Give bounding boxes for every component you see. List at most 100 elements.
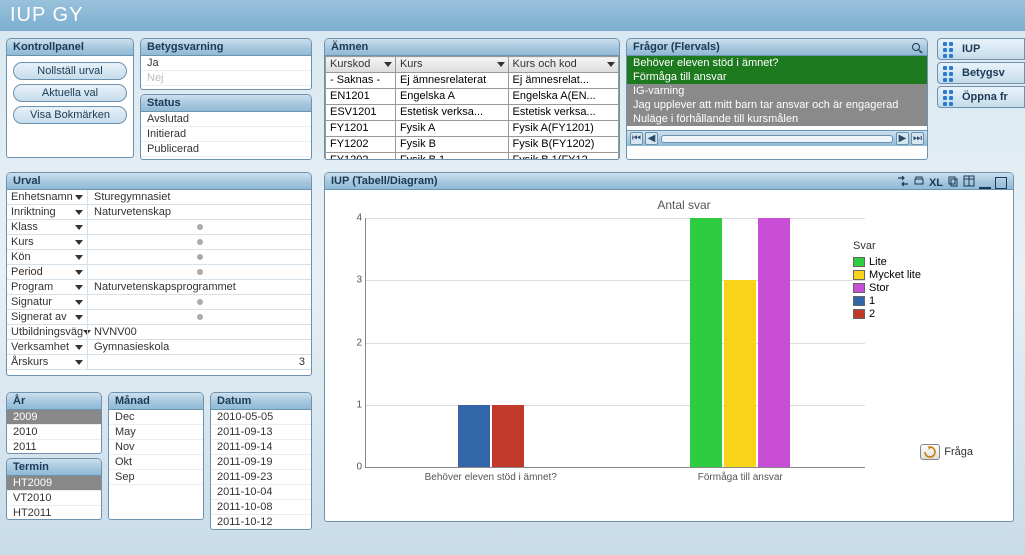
urval-row[interactable]: Kön [7,250,311,265]
scroll-last-icon[interactable]: ⏭ [911,132,924,145]
column-header[interactable]: Kurskod [326,57,396,73]
list-item[interactable]: 2011-10-04 [211,485,311,500]
dropdown-arrow-icon[interactable] [75,345,83,350]
tool-maximize-icon[interactable] [995,177,1007,189]
cycle-button[interactable] [920,444,940,460]
current-selection-button[interactable]: Aktuella val [13,84,127,102]
legend-label: Stor [869,282,889,294]
list-item[interactable]: Förmåga till ansvar [627,70,927,84]
urval-row[interactable]: Signatur [7,295,311,310]
list-item[interactable]: Publicerad [141,142,311,157]
urval-row[interactable]: Kurs [7,235,311,250]
x-category: Förmåga till ansvar [698,472,783,483]
dropdown-arrow-icon[interactable] [75,315,83,320]
panel-title: Status [141,95,311,112]
list-item[interactable]: Jag upplever att mitt barn tar ansvar oc… [627,98,927,112]
legend-swatch [853,283,865,293]
list-item[interactable]: VT2010 [7,491,101,506]
dropdown-arrow-icon[interactable] [75,285,83,290]
urval-row[interactable]: Period [7,265,311,280]
urval-row[interactable]: ProgramNaturvetenskapsprogrammet [7,280,311,295]
list-item[interactable]: 2011-09-19 [211,455,311,470]
list-item[interactable]: 2011-10-08 [211,500,311,515]
sidelink-betygsv[interactable]: Betygsv [937,62,1025,84]
dropdown-arrow-icon[interactable] [75,255,83,260]
dropdown-arrow-icon[interactable] [497,62,505,67]
table-cell: FY1201 [326,121,396,137]
list-item[interactable]: IG-varning [627,84,927,98]
legend-label: 2 [869,308,875,320]
tool-minimize-icon[interactable] [979,177,991,189]
list-item[interactable]: Initierad [141,127,311,142]
dropdown-arrow-icon[interactable] [75,360,83,365]
list-item[interactable]: HT2009 [7,476,101,491]
fragor-scrollbar[interactable]: ⏮ ◀ ▶ ⏭ [627,130,927,146]
scroll-track[interactable] [661,135,893,143]
table-row[interactable]: FY1202Fysik B 1Fysik B 1(FY12... [326,153,619,161]
column-header[interactable]: Kurs [395,57,508,73]
tool-swap-icon[interactable] [897,175,909,190]
urval-row[interactable]: Årskurs3 [7,355,311,370]
x-category: Behöver eleven stöd i ämnet? [425,472,557,483]
list-item[interactable]: Nov [109,440,203,455]
tool-table-icon[interactable] [963,175,975,190]
urval-label: Inriktning [7,206,87,218]
dropdown-arrow-icon[interactable] [75,225,83,230]
list-item[interactable]: 2011-10-12 [211,515,311,528]
chart-legend: Svar LiteMycket liteStor12 [853,240,921,321]
tool-copy-icon[interactable] [947,175,959,190]
list-item[interactable]: Ja [141,56,311,71]
urval-row[interactable]: EnhetsnamnSturegymnasiet [7,190,311,205]
table-row[interactable]: EN1201Engelska AEngelska A(EN... [326,89,619,105]
column-header[interactable]: Kurs och kod [508,57,618,73]
list-item[interactable]: Sep [109,470,203,485]
search-icon[interactable] [911,42,923,54]
dropdown-arrow-icon[interactable] [75,270,83,275]
urval-row[interactable]: Klass [7,220,311,235]
scroll-prev-icon[interactable]: ◀ [645,132,658,145]
list-item[interactable]: Behöver eleven stöd i ämnet? [627,56,927,70]
tool-print-icon[interactable] [913,175,925,190]
panel-title: År [7,393,101,410]
list-item[interactable]: Nuläge i förhållande till kursmålen [627,112,927,126]
sidelink-oppna[interactable]: Öppna fr [937,86,1025,108]
dropdown-arrow-icon[interactable] [75,195,83,200]
list-item[interactable]: 2011-09-23 [211,470,311,485]
list-item[interactable]: 2010-05-05 [211,410,311,425]
table-row[interactable]: - Saknas -Ej ämnesrelateratEj ämnesrelat… [326,73,619,89]
scroll-next-icon[interactable]: ▶ [896,132,909,145]
scroll-first-icon[interactable]: ⏮ [630,132,643,145]
list-item[interactable]: 2011-09-13 [211,425,311,440]
list-item[interactable]: Okt [109,455,203,470]
list-item[interactable]: Nej [141,71,311,86]
list-item[interactable]: 2011 [7,440,101,454]
reset-selection-button[interactable]: Nollställ urval [13,62,127,80]
amnen-table[interactable]: KurskodKursKurs och kod- Saknas -Ej ämne… [325,56,619,160]
dropdown-arrow-icon[interactable] [75,300,83,305]
table-cell: Estetisk verksa... [395,105,508,121]
list-item[interactable]: Avslutad [141,112,311,127]
table-row[interactable]: ESV1201Estetisk verksa...Estetisk verksa… [326,105,619,121]
urval-value [87,295,311,309]
sidelink-iup[interactable]: IUP [937,38,1025,60]
list-item[interactable]: 2009 [7,410,101,425]
show-bookmarks-button[interactable]: Visa Bokmärken [13,106,127,124]
urval-row[interactable]: VerksamhetGymnasieskola [7,340,311,355]
list-item[interactable]: 2011-09-14 [211,440,311,455]
table-row[interactable]: FY1202Fysik BFysik B(FY1202) [326,137,619,153]
tool-xl[interactable]: XL [929,177,943,189]
list-item[interactable]: May [109,425,203,440]
grid-icon [942,89,958,105]
urval-row[interactable]: InriktningNaturvetenskap [7,205,311,220]
urval-row[interactable]: UtbildningsvägNVNV00 [7,325,311,340]
table-row[interactable]: FY1201Fysik AFysik A(FY1201) [326,121,619,137]
dropdown-arrow-icon[interactable] [384,62,392,67]
dropdown-arrow-icon[interactable] [75,210,83,215]
list-item[interactable]: 2010 [7,425,101,440]
list-item[interactable]: HT2011 [7,506,101,520]
urval-row[interactable]: Signerat av [7,310,311,325]
dropdown-arrow-icon[interactable] [607,62,615,67]
list-item[interactable]: Dec [109,410,203,425]
legend-swatch [853,270,865,280]
dropdown-arrow-icon[interactable] [75,240,83,245]
